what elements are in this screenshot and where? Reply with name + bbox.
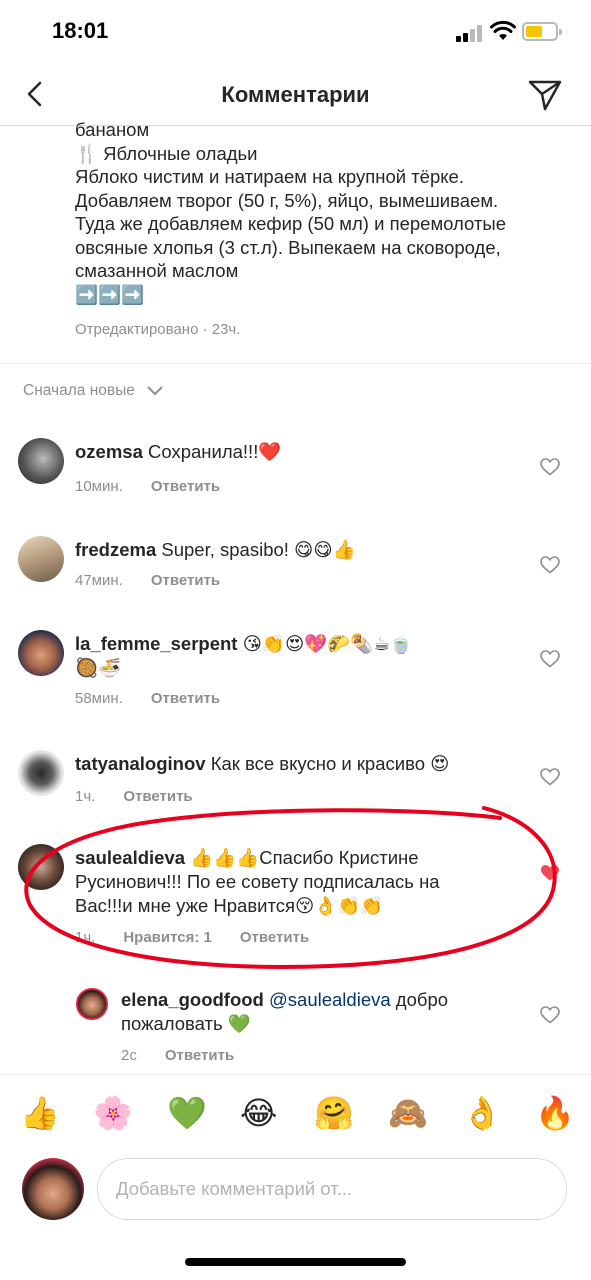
comment-text: 🥘🍜 — [75, 657, 122, 678]
reply-button[interactable]: Ответить — [151, 690, 220, 707]
wifi-icon — [490, 20, 516, 40]
comment-username[interactable]: tatyanaloginov — [75, 753, 206, 774]
caption-line: смазанной маслом — [75, 260, 239, 281]
comment-text: Вас!!!и мне уже Нравится😚👌👏👏 — [75, 895, 384, 916]
avatar[interactable] — [76, 988, 108, 1020]
reply-button[interactable]: Ответить — [240, 929, 309, 946]
emoji-button[interactable]: 🙈 — [388, 1093, 428, 1133]
comment-time: 58мин. — [75, 690, 123, 707]
mention-link[interactable]: @saulealdieva — [269, 989, 391, 1010]
emoji-button[interactable]: 🔥 — [535, 1093, 575, 1133]
caption-line: Добавляем творог (50 г, 5%), яйцо, вымеш… — [75, 189, 499, 211]
comment-text: Русинович!!! По ее совету подписалась на — [75, 871, 440, 892]
heart-icon[interactable] — [540, 458, 560, 476]
comment-text: 👍👍👍Спасибо Кристине — [190, 847, 419, 868]
emoji-button[interactable]: 💚 — [167, 1093, 207, 1133]
comment-username[interactable]: la_femme_serpent — [75, 633, 237, 654]
avatar[interactable] — [18, 750, 64, 796]
comment-composer: Добавьте комментарий от... — [0, 1152, 591, 1232]
heart-icon[interactable] — [540, 768, 560, 786]
comment-text: добро — [395, 989, 449, 1010]
header: Комментарии — [0, 66, 591, 126]
avatar[interactable] — [18, 630, 64, 676]
chevron-down-icon — [147, 386, 163, 396]
status-bar: 18:01 — [0, 0, 591, 66]
emoji-button[interactable]: 🌸 — [93, 1093, 133, 1133]
signal-icon — [456, 24, 484, 42]
reply-button[interactable]: Ответить — [151, 572, 220, 589]
heart-icon[interactable] — [540, 1006, 560, 1024]
comment-text: Super, spasibo! 😋😋👍 — [161, 539, 356, 560]
divider — [0, 363, 591, 364]
caption-meta: Отредактировано · 23ч. — [75, 321, 241, 338]
avatar — [22, 1158, 84, 1220]
post-caption: бананом 🍴 Яблочные оладьи Яблоко чистим … — [75, 118, 575, 306]
emoji-button[interactable]: 🤗 — [314, 1093, 354, 1133]
heart-icon[interactable] — [540, 650, 560, 668]
comment-time: 47мин. — [75, 572, 123, 589]
comment-time: 1ч. — [75, 788, 96, 805]
avatar[interactable] — [18, 438, 64, 484]
emoji-button[interactable]: 👌 — [462, 1093, 502, 1133]
caption-line: ➡️➡️➡️ — [75, 283, 145, 305]
comment-username[interactable]: saulealdieva — [75, 847, 185, 868]
status-time: 18:01 — [52, 18, 109, 43]
comment-username[interactable]: elena_goodfood — [121, 989, 264, 1010]
comment-time: 10мин. — [75, 478, 123, 495]
comment-time: 2c — [121, 1047, 137, 1064]
caption-line: 🍴 Яблочные оладьи — [75, 142, 258, 164]
emoji-button[interactable]: 😂 — [240, 1093, 277, 1133]
heart-icon-filled[interactable] — [540, 864, 560, 882]
send-icon[interactable] — [526, 76, 564, 114]
comment-username[interactable]: fredzema — [75, 539, 156, 560]
emoji-quick-bar: 👍 🌸 💚 😂 🤗 🙈 👌 🔥 — [0, 1074, 591, 1152]
battery-icon — [522, 22, 562, 41]
avatar[interactable] — [18, 536, 64, 582]
caption-line: Яблоко чистим и натираем на крупной тёрк… — [75, 166, 464, 187]
sort-label: Сначала новые — [23, 382, 135, 399]
comment-input[interactable]: Добавьте комментарий от... — [97, 1158, 567, 1220]
comment-text: Сохранила!!!❤️ — [148, 441, 282, 462]
comment-text: Как все вкусно и красиво 😍 — [210, 753, 450, 774]
reply-button[interactable]: Ответить — [165, 1047, 234, 1064]
emoji-button[interactable]: 👍 — [20, 1093, 60, 1133]
comment-text: пожаловать 💚 — [121, 1013, 251, 1034]
page-title: Комментарии — [221, 82, 370, 107]
sort-dropdown[interactable]: Сначала новые — [23, 382, 163, 400]
comment-text: 😘👏😍💖🌮🌯☕🍵 — [242, 633, 413, 654]
home-indicator[interactable] — [185, 1258, 406, 1266]
reply-button[interactable]: Ответить — [123, 788, 192, 805]
caption-line: овсяные хлопья (3 ст.л). Выпекаем на ско… — [75, 236, 501, 258]
comment-time: 1ч. — [75, 929, 96, 946]
likes-count[interactable]: Нравится: 1 — [123, 929, 212, 946]
reply-button[interactable]: Ответить — [151, 478, 220, 495]
comment-username[interactable]: ozemsa — [75, 441, 143, 462]
caption-line: Туда же добавляем кефир (50 мл) и перемо… — [75, 213, 507, 234]
avatar[interactable] — [18, 844, 64, 890]
caption-line: бананом — [75, 119, 150, 140]
heart-icon[interactable] — [540, 556, 560, 574]
